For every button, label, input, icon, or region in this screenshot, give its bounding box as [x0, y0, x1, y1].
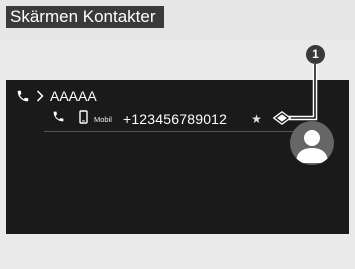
- star-icon[interactable]: ★: [251, 113, 262, 125]
- phone-type-label: Mobil: [94, 114, 112, 124]
- person-icon: [296, 130, 328, 163]
- breadcrumb[interactable]: AAAAA: [16, 88, 97, 104]
- phone-icon: [16, 89, 30, 103]
- contact-number-row[interactable]: Mobil +123456789012 ★: [44, 107, 318, 132]
- callout-number-badge: 1: [306, 45, 325, 64]
- avatar: [290, 121, 334, 165]
- contacts-screen: AAAAA Mobil +123456789012 ★: [6, 80, 349, 234]
- page-title: Skärmen Kontakter: [6, 6, 164, 28]
- phone-icon: [52, 110, 65, 128]
- phone-number: +123456789012: [122, 111, 228, 127]
- chevron-right-icon: [36, 90, 44, 102]
- contact-name: AAAAA: [50, 88, 97, 104]
- page-header: Skärmen Kontakter: [0, 0, 355, 40]
- mobile-phone-icon: [79, 109, 88, 129]
